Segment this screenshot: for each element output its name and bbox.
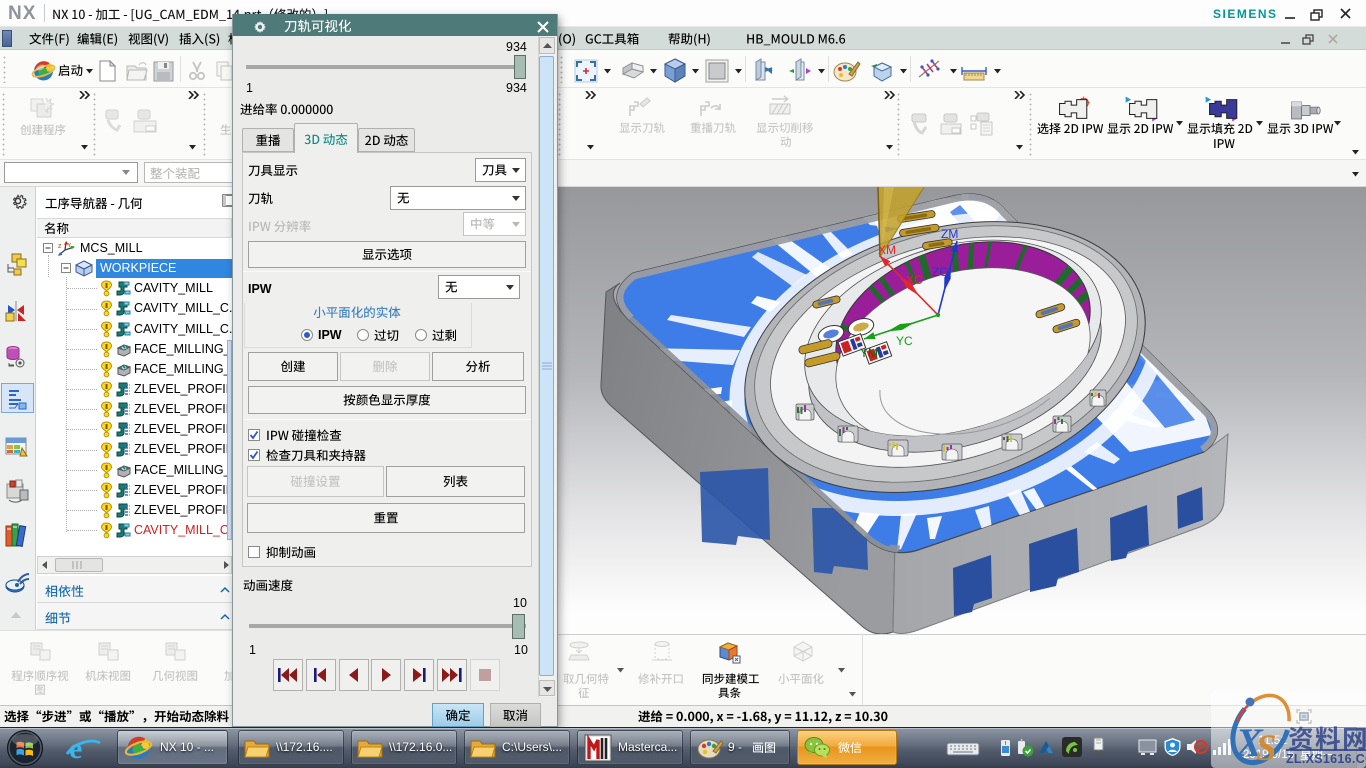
svg-text:Y: Y <box>68 243 72 249</box>
svg-text:ZM: ZM <box>941 227 958 241</box>
svg-text:XM: XM <box>878 243 896 257</box>
svg-text:YM: YM <box>860 346 878 360</box>
svg-text:XC: XC <box>906 273 923 287</box>
svg-text:ZC: ZC <box>932 265 948 279</box>
svg-text:Z: Z <box>58 244 62 250</box>
svg-text:YC: YC <box>896 334 913 348</box>
